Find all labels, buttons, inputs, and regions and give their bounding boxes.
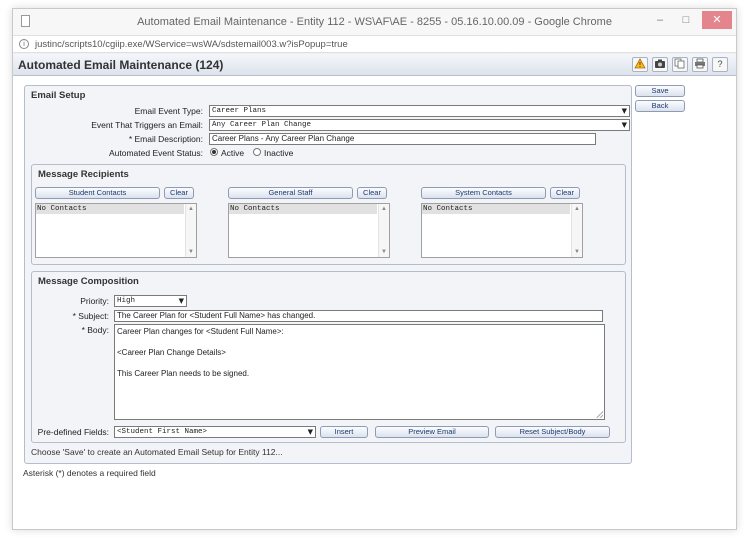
dropdown-arrow-icon: ▼: [621, 121, 627, 129]
preview-email-button[interactable]: Preview Email: [375, 426, 489, 438]
info-icon[interactable]: i: [19, 39, 29, 49]
message-recipients-panel: Message Recipients Student Contacts Clea…: [31, 164, 626, 265]
warning-icon[interactable]: [632, 57, 648, 72]
title-bar: Automated Email Maintenance - Entity 112…: [13, 9, 736, 35]
insert-button[interactable]: Insert: [320, 426, 368, 438]
subject-label: * Subject:: [72, 311, 109, 321]
clear-general-staff-button[interactable]: Clear: [357, 187, 387, 199]
page-header: Automated Email Maintenance (124) ?: [13, 54, 736, 76]
description-input[interactable]: Career Plans - Any Career Plan Change: [209, 133, 596, 145]
priority-label: Priority:: [80, 296, 109, 306]
inactive-radio-label: Inactive: [264, 148, 294, 158]
list-item[interactable]: No Contacts: [36, 204, 184, 214]
scroll-up-icon[interactable]: ▲: [379, 204, 389, 214]
save-button[interactable]: Save: [635, 85, 685, 97]
list-item[interactable]: No Contacts: [229, 204, 377, 214]
scroll-down-icon[interactable]: ▼: [379, 247, 389, 257]
minimize-button[interactable]: –: [648, 11, 672, 29]
print-icon[interactable]: [692, 57, 708, 72]
page-content: Automated Email Maintenance (124) ? Save…: [13, 54, 736, 529]
body-textarea[interactable]: Career Plan changes for <Student Full Na…: [114, 324, 605, 420]
subject-input[interactable]: The Career Plan for <Student Full Name> …: [114, 310, 603, 322]
help-icon[interactable]: ?: [712, 57, 728, 72]
close-button[interactable]: ✕: [702, 11, 732, 29]
event-type-value: Career Plans: [212, 107, 267, 115]
scrollbar[interactable]: ▲ ▼: [571, 204, 582, 257]
clear-student-contacts-button[interactable]: Clear: [164, 187, 194, 199]
scroll-down-icon[interactable]: ▼: [186, 247, 196, 257]
header-toolbar: ?: [632, 57, 728, 72]
url-text[interactable]: justinc/scripts10/cgiip.exe/WService=wsW…: [35, 39, 348, 50]
active-radio[interactable]: [210, 148, 218, 156]
student-contacts-button[interactable]: Student Contacts: [35, 187, 160, 199]
body-line: This Career Plan needs to be signed.: [117, 369, 250, 378]
predefined-fields-select[interactable]: <Student First Name> ▼: [114, 426, 316, 438]
recipients-title: Message Recipients: [38, 169, 129, 180]
inactive-radio[interactable]: [253, 148, 261, 156]
back-button[interactable]: Back: [635, 100, 685, 112]
body-line: Career Plan changes for <Student Full Na…: [117, 327, 284, 336]
scroll-down-icon[interactable]: ▼: [572, 247, 582, 257]
status-message: Choose 'Save' to create an Automated Ema…: [31, 447, 283, 457]
trigger-value: Any Career Plan Change: [212, 121, 312, 129]
trigger-label: Event That Triggers an Email:: [91, 120, 203, 130]
event-type-select[interactable]: Career Plans ▼: [209, 105, 630, 117]
body-label: * Body:: [81, 325, 109, 335]
page-title: Automated Email Maintenance (124): [18, 58, 224, 72]
maximize-button[interactable]: □: [674, 11, 698, 29]
email-setup-panel: Email Setup Email Event Type: Career Pla…: [24, 85, 632, 464]
scroll-up-icon[interactable]: ▲: [186, 204, 196, 214]
event-type-label: Email Event Type:: [134, 106, 203, 116]
student-contacts-list[interactable]: No Contacts ▲ ▼: [35, 203, 197, 258]
message-composition-panel: Message Composition Priority: High ▼ * S…: [31, 271, 626, 443]
browser-window: Automated Email Maintenance - Entity 112…: [12, 8, 737, 530]
system-contacts-list[interactable]: No Contacts ▲ ▼: [421, 203, 583, 258]
dropdown-arrow-icon: ▼: [307, 428, 313, 436]
scroll-up-icon[interactable]: ▲: [572, 204, 582, 214]
window-title: Automated Email Maintenance - Entity 112…: [137, 16, 612, 28]
priority-value: High: [117, 297, 136, 305]
priority-select[interactable]: High ▼: [114, 295, 187, 307]
camera-icon[interactable]: [652, 57, 668, 72]
copy-icon[interactable]: [672, 57, 688, 72]
status-label: Automated Event Status:: [108, 148, 203, 158]
dropdown-arrow-icon: ▼: [178, 297, 184, 305]
resize-grip-icon[interactable]: [596, 411, 603, 418]
trigger-select[interactable]: Any Career Plan Change ▼: [209, 119, 630, 131]
scrollbar[interactable]: ▲ ▼: [378, 204, 389, 257]
reset-subject-body-button[interactable]: Reset Subject/Body: [495, 426, 610, 438]
clear-system-contacts-button[interactable]: Clear: [550, 187, 580, 199]
general-staff-button[interactable]: General Staff: [228, 187, 353, 199]
description-label: * Email Description:: [128, 134, 203, 144]
address-bar[interactable]: i justinc/scripts10/cgiip.exe/WService=w…: [13, 35, 736, 53]
dropdown-arrow-icon: ▼: [621, 107, 627, 115]
list-item[interactable]: No Contacts: [422, 204, 570, 214]
required-footnote: Asterisk (*) denotes a required field: [23, 468, 156, 478]
predefined-fields-value: <Student First Name>: [117, 428, 208, 436]
system-contacts-button[interactable]: System Contacts: [421, 187, 546, 199]
scrollbar[interactable]: ▲ ▼: [185, 204, 196, 257]
predefined-fields-label: Pre-defined Fields:: [37, 427, 109, 437]
body-line: <Career Plan Change Details>: [117, 348, 226, 357]
email-setup-title: Email Setup: [31, 90, 86, 101]
general-staff-list[interactable]: No Contacts ▲ ▼: [228, 203, 390, 258]
active-radio-label: Active: [221, 148, 245, 158]
composition-title: Message Composition: [38, 276, 139, 287]
